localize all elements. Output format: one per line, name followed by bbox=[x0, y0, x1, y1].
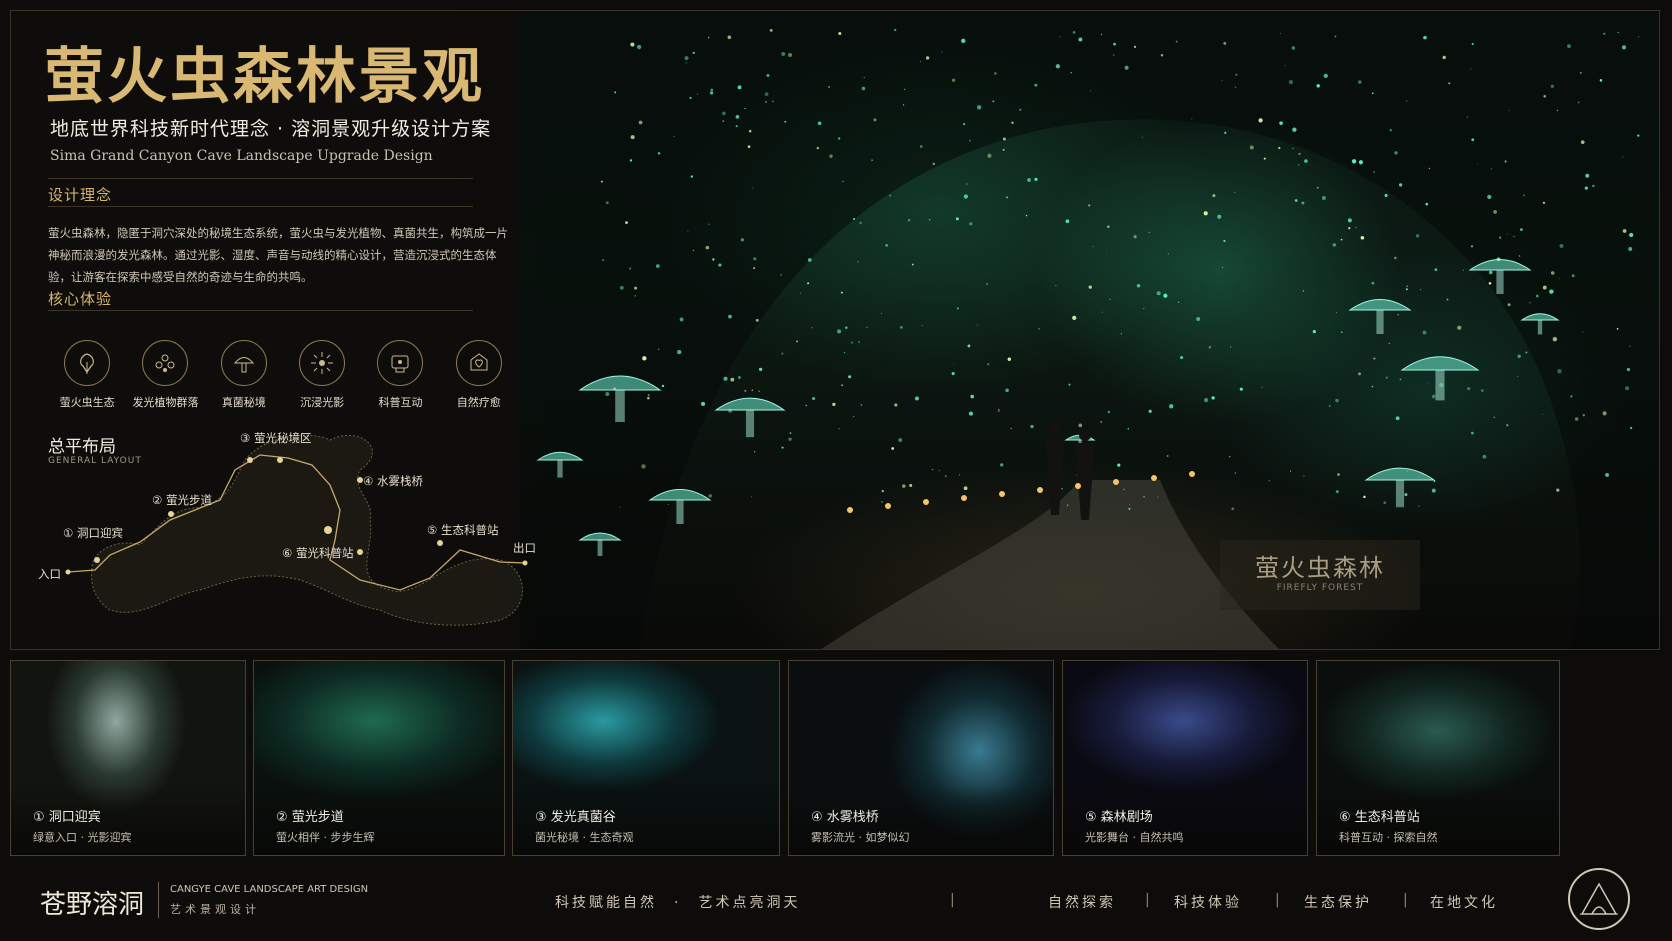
thumbnail-subcaption: 绿意入口 · 光影迎宾 bbox=[33, 831, 132, 844]
main-frame bbox=[10, 10, 1660, 650]
thumbnail-caption: ④ 水雾栈桥 bbox=[811, 810, 879, 825]
tag-item: 在地文化 bbox=[1430, 895, 1498, 911]
thumbnail-subcaption: 光影舞台 · 自然共鸣 bbox=[1085, 831, 1184, 844]
tag-item: 生态保护 bbox=[1304, 895, 1372, 911]
divider bbox=[158, 882, 159, 918]
brand-name: 苍野溶洞 bbox=[40, 890, 145, 920]
thumbnail[interactable]: ④ 水雾栈桥 雾影流光 · 如梦似幻 bbox=[788, 660, 1054, 856]
brand-subtitle-cn: 艺术景观设计 bbox=[170, 903, 260, 916]
thumbnail[interactable]: ③ 发光真菌谷 菌光秘境 · 生态奇观 bbox=[512, 660, 780, 856]
thumbnail-subcaption: 雾影流光 · 如梦似幻 bbox=[811, 831, 910, 844]
thumbnail-caption: ⑤ 森林剧场 bbox=[1085, 810, 1153, 825]
brand-logo-icon bbox=[1568, 868, 1630, 930]
tag-item: 科技体验 bbox=[1174, 895, 1242, 911]
thumbnail[interactable]: ⑤ 森林剧场 光影舞台 · 自然共鸣 bbox=[1062, 660, 1308, 856]
page: 萤火虫森林 FIREFLY FOREST 萤火虫森林景观 地底世界科技新时代理念… bbox=[0, 0, 1672, 941]
divider: | bbox=[1145, 892, 1150, 908]
thumbnail-subcaption: 菌光秘境 · 生态奇观 bbox=[535, 831, 634, 844]
thumbnail-subcaption: 萤火相伴 · 步步生辉 bbox=[276, 831, 375, 844]
tag-item: 自然探索 bbox=[1048, 895, 1116, 911]
divider: | bbox=[1403, 892, 1408, 908]
thumbnail[interactable]: ② 萤光步道 萤火相伴 · 步步生辉 bbox=[253, 660, 505, 856]
slogan: 科技赋能自然 · 艺术点亮洞天 bbox=[555, 895, 801, 911]
thumbnail[interactable]: ① 洞口迎宾 绿意入口 · 光影迎宾 bbox=[10, 660, 246, 856]
footer: 苍野溶洞 CANGYE CAVE LANDSCAPE ART DESIGN 艺术… bbox=[0, 866, 1672, 941]
thumbnail-subcaption: 科普互动 · 探索自然 bbox=[1339, 831, 1438, 844]
thumbnail-caption: ③ 发光真菌谷 bbox=[535, 810, 616, 825]
divider: | bbox=[950, 892, 955, 908]
thumbnail-caption: ② 萤光步道 bbox=[276, 810, 344, 825]
divider: | bbox=[1275, 892, 1280, 908]
thumbnail[interactable]: ⑥ 生态科普站 科普互动 · 探索自然 bbox=[1316, 660, 1560, 856]
brand-subtitle-en: CANGYE CAVE LANDSCAPE ART DESIGN bbox=[170, 884, 369, 895]
thumbnail-caption: ⑥ 生态科普站 bbox=[1339, 810, 1420, 825]
scene-thumbnails: ① 洞口迎宾 绿意入口 · 光影迎宾 ② 萤光步道 萤火相伴 · 步步生辉 ③ … bbox=[10, 660, 1660, 856]
thumbnail-caption: ① 洞口迎宾 bbox=[33, 810, 101, 825]
